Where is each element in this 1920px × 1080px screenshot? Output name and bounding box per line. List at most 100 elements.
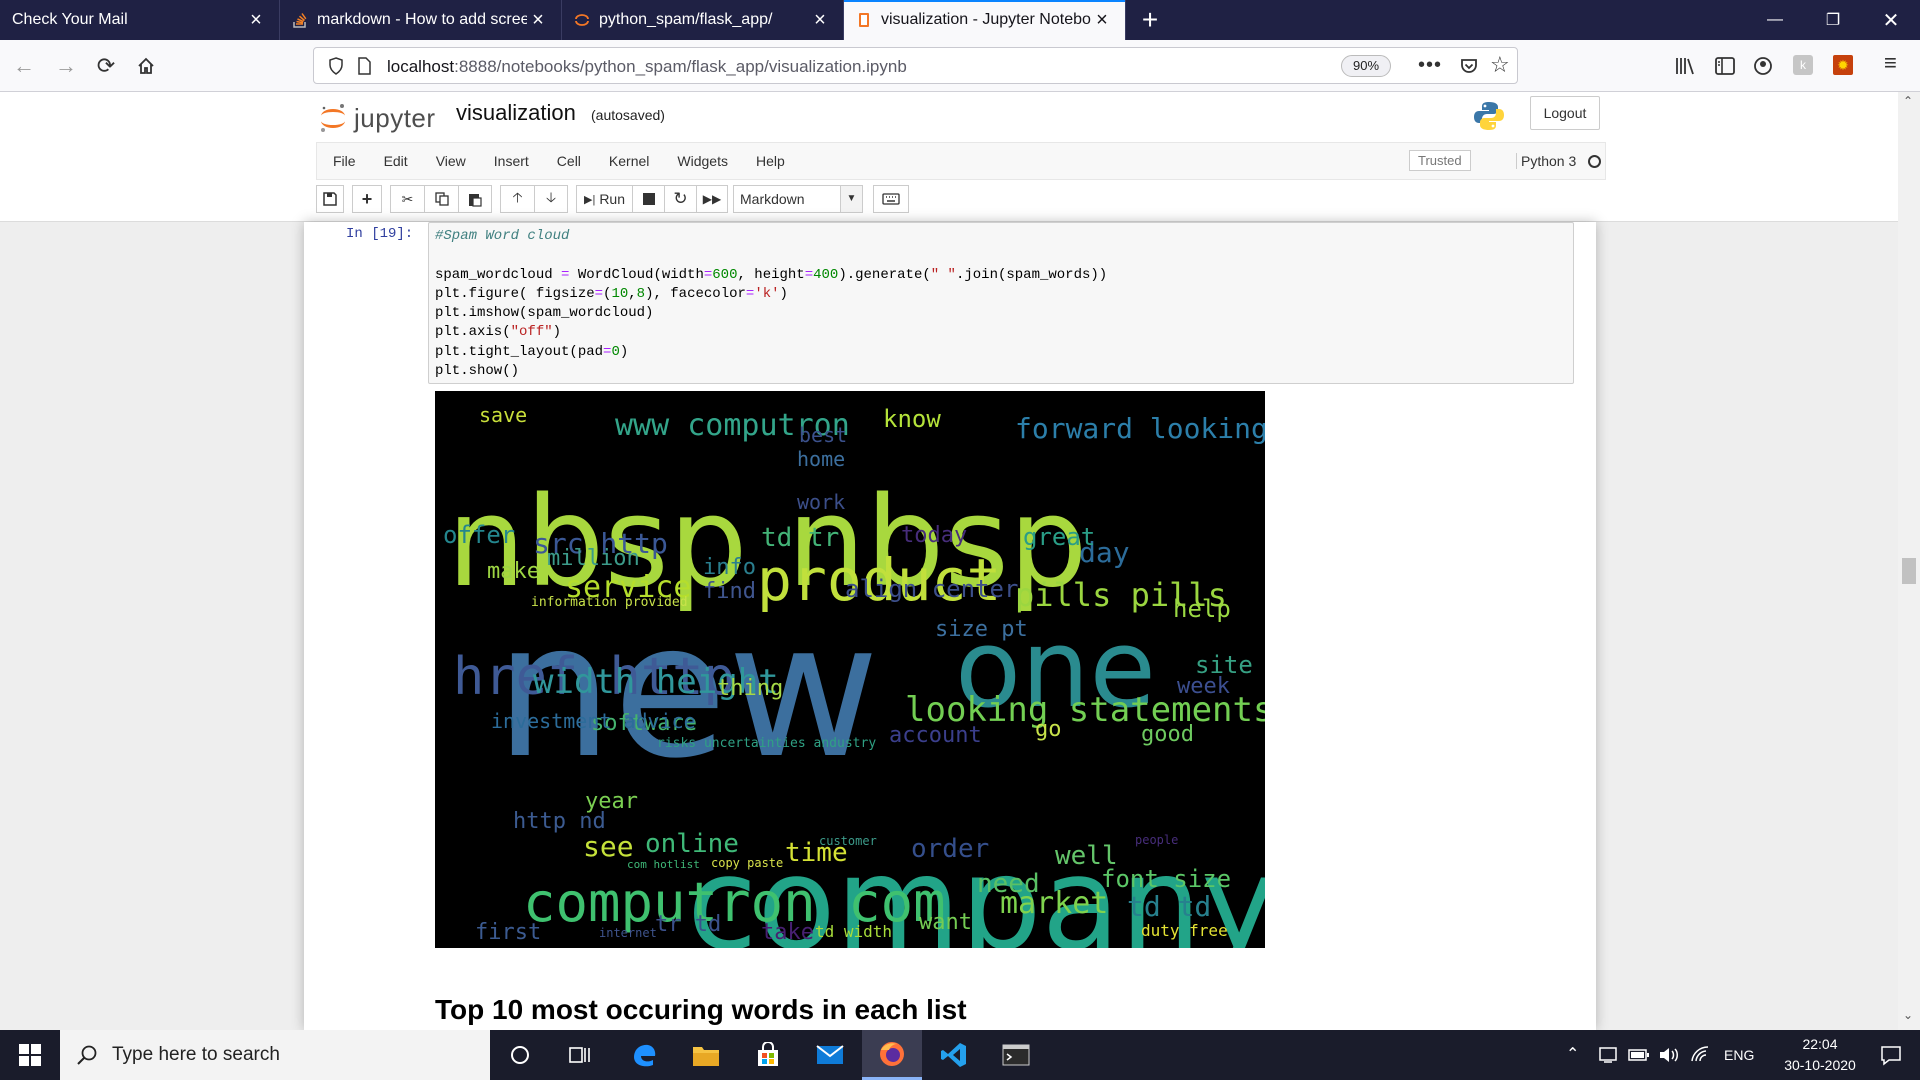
restore-button[interactable]: ❐ (1804, 0, 1862, 40)
run-label: Run (599, 191, 625, 207)
vscode-icon[interactable] (924, 1030, 984, 1080)
page-info-icon[interactable] (356, 57, 372, 75)
menu-edit[interactable]: Edit (370, 153, 422, 169)
scroll-up-icon[interactable]: ⌃ (1903, 94, 1913, 108)
tab-markdown[interactable]: markdown - How to add screen × (280, 0, 562, 40)
tab-check-mail[interactable]: Check Your Mail × (0, 0, 280, 40)
chevron-down-icon: ▼ (840, 186, 862, 212)
copy-icon[interactable] (424, 185, 458, 213)
tab-flask-app[interactable]: python_spam/flask_app/ × (562, 0, 844, 40)
volume-icon[interactable] (1658, 1045, 1680, 1065)
window-controls: — ❐ ✕ (1746, 0, 1920, 40)
page-actions-icon[interactable]: ••• (1418, 54, 1442, 77)
file-explorer-icon[interactable] (676, 1030, 736, 1080)
logout-button[interactable]: Logout (1530, 96, 1600, 130)
wordcloud-word: people (1135, 833, 1179, 847)
move-down-icon[interactable]: 🡣 (534, 185, 568, 213)
close-tab-icon[interactable]: × (809, 9, 831, 32)
jupyter-logo[interactable]: jupyter (318, 98, 436, 138)
url-bar[interactable]: localhost:8888/notebooks/python_spam/fla… (313, 47, 1518, 84)
notebook-name[interactable]: visualization (456, 100, 576, 126)
library-icon[interactable] (1674, 56, 1696, 76)
minimize-button[interactable]: — (1746, 0, 1804, 40)
bookmark-star-icon[interactable]: ☆ (1490, 52, 1510, 78)
menu-insert[interactable]: Insert (480, 153, 543, 169)
wifi-icon[interactable] (1690, 1045, 1710, 1065)
mail-icon[interactable] (800, 1030, 860, 1080)
new-tab-button[interactable]: + (1126, 0, 1174, 40)
battery-icon[interactable] (1628, 1047, 1650, 1063)
move-up-icon[interactable]: 🡡 (500, 185, 534, 213)
sidebar-icon[interactable] (1714, 56, 1736, 76)
wordcloud-word: see (583, 830, 634, 863)
trusted-indicator[interactable]: Trusted (1409, 150, 1471, 171)
tab-title: visualization - Jupyter Notebook (881, 11, 1091, 28)
extension-icon[interactable]: k (1793, 55, 1813, 75)
cortana-icon[interactable] (490, 1030, 550, 1080)
restart-icon[interactable]: ↻ (664, 185, 696, 213)
firefox-icon[interactable] (862, 1030, 922, 1080)
extension-sun-icon[interactable]: ✹ (1833, 55, 1853, 75)
close-tab-icon[interactable]: × (245, 9, 267, 32)
cell-type-value: Markdown (740, 191, 805, 207)
terminal-icon[interactable] (986, 1030, 1046, 1080)
save-icon[interactable] (316, 185, 344, 213)
wordcloud-word: find (703, 579, 756, 604)
close-tab-icon[interactable]: × (1091, 9, 1113, 32)
python-logo-icon (1474, 102, 1504, 130)
search-placeholder: Type here to search (112, 1044, 280, 1065)
scroll-thumb[interactable] (1902, 558, 1916, 584)
menu-icon[interactable]: ≡ (1884, 50, 1897, 76)
menu-help[interactable]: Help (742, 153, 799, 169)
close-tab-icon[interactable]: × (527, 9, 549, 32)
cell-type-select[interactable]: Markdown ▼ (733, 185, 863, 213)
notifications-icon[interactable] (1880, 1044, 1902, 1066)
menu-file[interactable]: File (317, 153, 370, 169)
account-icon[interactable] (1753, 56, 1773, 76)
code-cell-input[interactable]: #Spam Word cloud spam_wordcloud = WordCl… (428, 222, 1574, 384)
stop-icon[interactable] (632, 185, 664, 213)
vertical-scrollbar[interactable]: ⌃ ⌄ (1898, 92, 1920, 1030)
device-icon[interactable] (1598, 1045, 1618, 1065)
task-view-icon[interactable] (550, 1030, 610, 1080)
shield-icon[interactable] (328, 57, 344, 75)
tab-visualization[interactable]: visualization - Jupyter Notebook × (844, 0, 1126, 40)
menubar: File Edit View Insert Cell Kernel Widget… (0, 142, 1920, 180)
wordcloud-word: copy paste (711, 856, 784, 870)
windows-logo-icon (19, 1044, 41, 1066)
close-window-button[interactable]: ✕ (1862, 0, 1920, 40)
menu-cell[interactable]: Cell (543, 153, 595, 169)
taskbar-search[interactable]: Type here to search (60, 1030, 490, 1080)
chevron-up-icon[interactable]: ⌃ (1566, 1044, 1579, 1064)
forward-icon[interactable]: → (50, 50, 82, 82)
code-line: plt.imshow(spam_wordcloud) (435, 305, 654, 322)
reload-icon[interactable]: ⟳ (90, 50, 122, 82)
back-icon[interactable]: ← (8, 50, 40, 82)
url-text[interactable]: localhost:8888/notebooks/python_spam/fla… (387, 57, 907, 77)
paste-icon[interactable] (458, 185, 492, 213)
notebook-container: In [19]: #Spam Word cloud spam_wordcloud… (304, 222, 1596, 1030)
wordcloud-word: thing (717, 676, 784, 701)
windows-start-button[interactable] (0, 1030, 60, 1080)
tab-title: python_spam/flask_app/ (599, 11, 773, 28)
menu-widgets[interactable]: Widgets (663, 153, 742, 169)
wordcloud-word: save (479, 403, 528, 427)
notebook-icon (859, 13, 869, 27)
cut-icon[interactable]: ✂ (390, 185, 424, 213)
language-indicator[interactable]: ENG (1724, 1047, 1754, 1063)
edge-icon[interactable] (614, 1030, 674, 1080)
menu-view[interactable]: View (422, 153, 480, 169)
menu-kernel[interactable]: Kernel (595, 153, 663, 169)
zoom-level[interactable]: 90% (1341, 55, 1391, 77)
home-icon[interactable] (130, 50, 162, 82)
fast-forward-icon[interactable]: ▶▶ (696, 185, 728, 213)
scroll-down-icon[interactable]: ⌄ (1903, 1008, 1913, 1022)
kernel-name[interactable]: Python 3 (1516, 153, 1576, 169)
navigation-bar: ← → ⟳ localhost:8888/notebooks/python_sp… (0, 40, 1920, 92)
pocket-icon[interactable] (1459, 56, 1479, 76)
add-cell-icon[interactable]: + (352, 185, 382, 213)
clock[interactable]: 22:04 30-10-2020 (1772, 1036, 1868, 1073)
run-button[interactable]: ▶| Run (576, 185, 632, 213)
keyboard-icon[interactable] (873, 185, 909, 213)
store-icon[interactable] (738, 1030, 798, 1080)
